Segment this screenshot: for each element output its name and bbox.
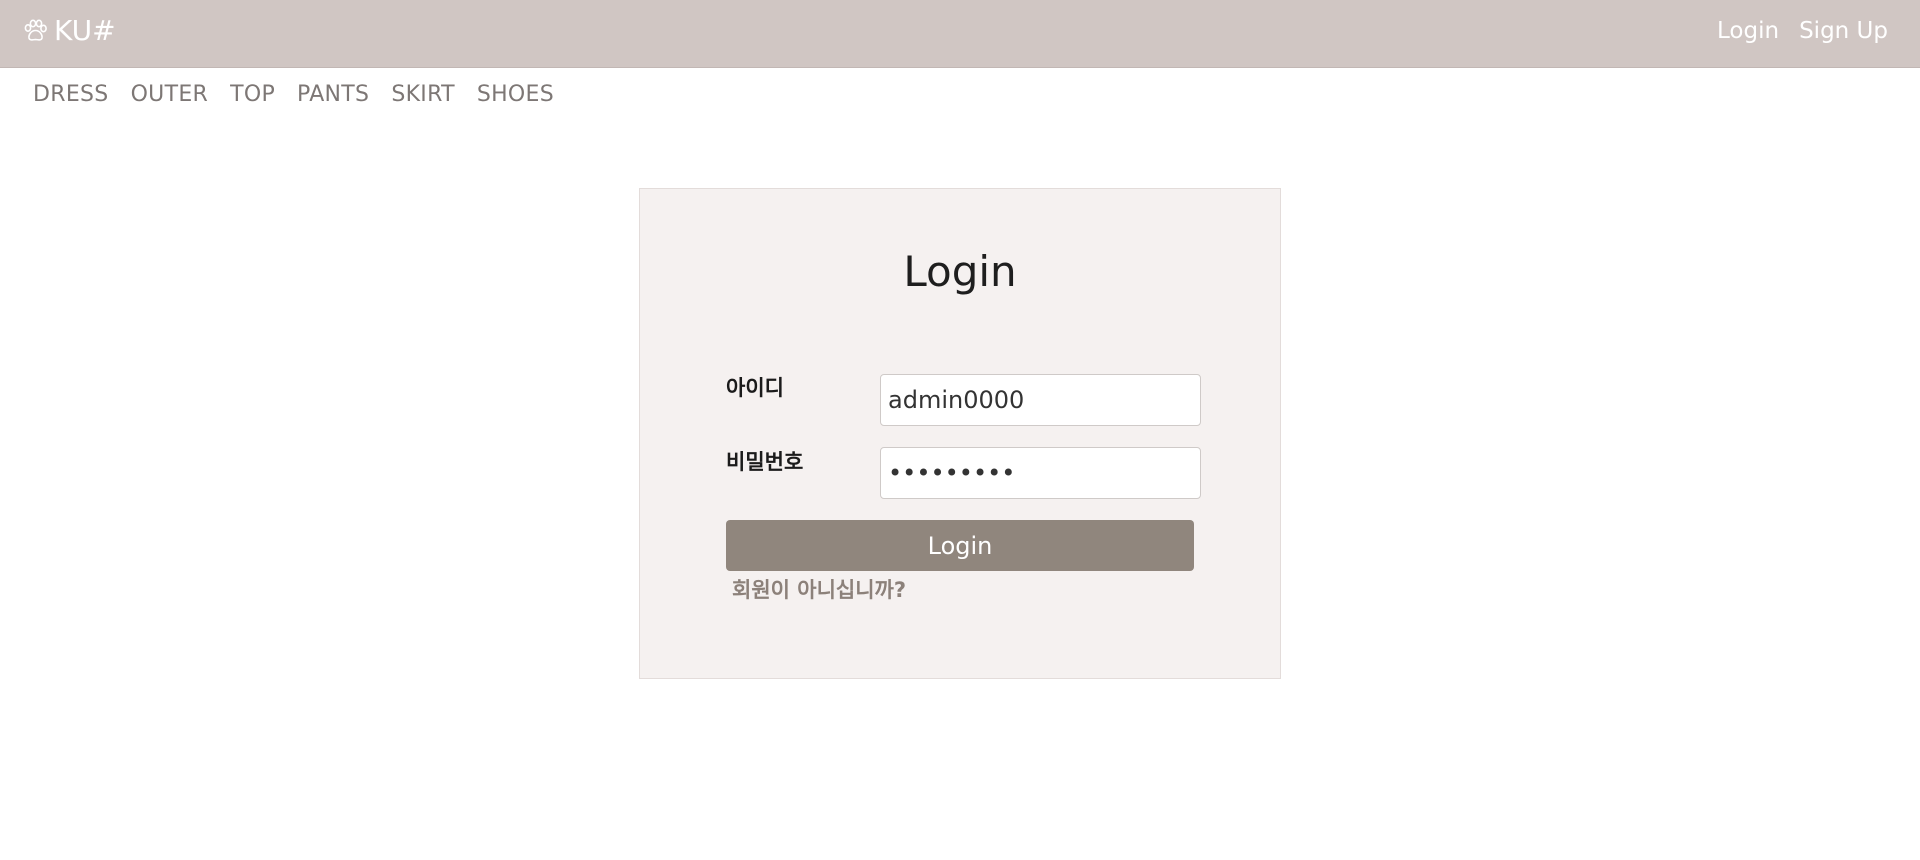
paw-icon (22, 18, 48, 44)
category-shoes[interactable]: SHOES (477, 82, 554, 107)
category-outer[interactable]: OUTER (131, 82, 209, 107)
auth-links: Login Sign Up (1697, 12, 1888, 50)
category-pants[interactable]: PANTS (297, 82, 369, 107)
login-submit-button[interactable]: Login (726, 520, 1194, 571)
login-card: Login 아이디 비밀번호 Login 회원이 아니십니까? (639, 188, 1281, 679)
password-input[interactable] (880, 447, 1201, 499)
password-label: 비밀번호 (726, 450, 804, 474)
login-title: Login (903, 247, 1017, 296)
category-top[interactable]: TOP (230, 82, 275, 107)
signup-prompt-link[interactable]: 회원이 아니십니까? (732, 574, 906, 604)
top-header: KU# Login Sign Up (0, 0, 1920, 68)
header-signup-link[interactable]: Sign Up (1799, 18, 1888, 44)
category-dress[interactable]: DRESS (33, 82, 109, 107)
id-input[interactable] (880, 374, 1201, 426)
brand-logo-link[interactable]: KU# (22, 12, 116, 50)
id-label: 아이디 (726, 376, 784, 400)
category-skirt[interactable]: SKIRT (391, 82, 455, 107)
category-nav: DRESS OUTER TOP PANTS SKIRT SHOES (33, 78, 576, 110)
brand-name: KU# (54, 14, 116, 47)
header-login-link[interactable]: Login (1717, 18, 1779, 44)
